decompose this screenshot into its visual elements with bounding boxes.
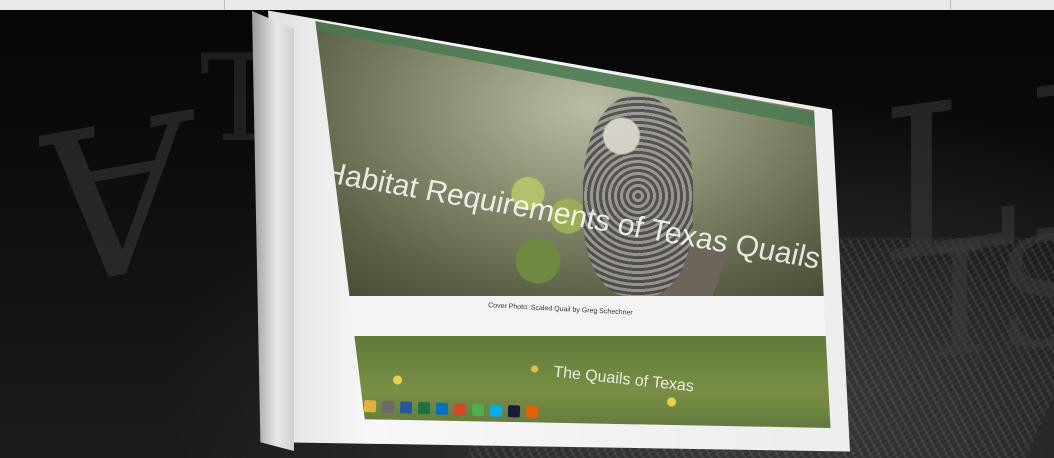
chrome-icon xyxy=(471,403,485,417)
powerpoint-icon xyxy=(453,403,467,416)
outlook-icon xyxy=(435,402,449,415)
media-icon xyxy=(381,400,395,414)
word-icon xyxy=(399,401,413,414)
monitor-edge xyxy=(252,11,294,451)
toolbar-divider xyxy=(224,0,225,10)
skype-icon xyxy=(489,404,503,417)
folder-icon xyxy=(363,400,377,413)
excel-icon xyxy=(417,401,431,415)
promo-image: Ɐ LIF IS TH Habitat Requirements of Texa… xyxy=(0,10,1054,458)
toolbar-divider xyxy=(950,0,951,10)
caption-band xyxy=(315,296,831,336)
photoshop-icon xyxy=(507,405,521,418)
bg-letter-is: IS xyxy=(930,200,1054,394)
bg-letter-a: Ɐ xyxy=(40,66,198,339)
monitor: Habitat Requirements of Texas Quails Cov… xyxy=(250,10,850,456)
firefox-icon xyxy=(525,405,539,419)
monitor-screen: Habitat Requirements of Texas Quails Cov… xyxy=(315,21,831,428)
scaled-quail xyxy=(583,96,693,296)
